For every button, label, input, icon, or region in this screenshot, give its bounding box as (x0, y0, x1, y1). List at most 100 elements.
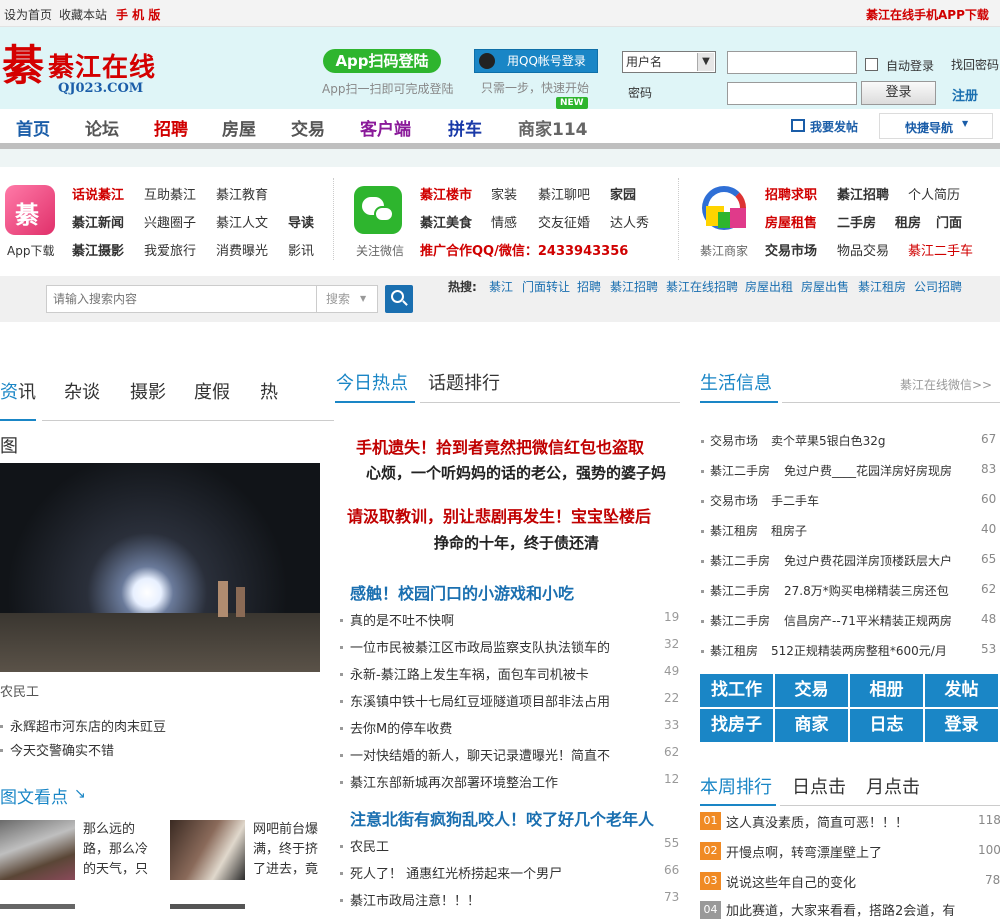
quicklink[interactable]: 租房 (895, 212, 921, 231)
photo-caption[interactable]: 农民工 (0, 681, 39, 700)
list-item[interactable]: 綦江市政局注意！！！ (350, 890, 480, 909)
login-button[interactable]: 登录 (861, 81, 936, 105)
list-item[interactable]: 永辉超市河东店的肉末豇豆 (10, 716, 166, 735)
quicklink[interactable]: 情感 (491, 212, 517, 231)
mobile-version-link[interactable]: 手 机 版 (116, 6, 160, 23)
tab-weekly-rank[interactable]: 本周排行 (700, 773, 772, 799)
post-link[interactable]: 我要发帖 (810, 118, 858, 135)
quicklink[interactable]: 兴趣圈子 (144, 212, 196, 231)
quicklink[interactable]: 房屋租售 (765, 212, 817, 231)
find-job-button[interactable]: 找工作 (700, 674, 773, 707)
app-download-icon[interactable]: 綦 (5, 185, 55, 235)
group-headline[interactable]: 注意北街有疯狗乱咬人！咬了好几个老年人 (350, 806, 654, 830)
pic-news-thumb[interactable] (170, 820, 245, 880)
tab-daily-clicks[interactable]: 日点击 (792, 773, 846, 799)
quicklink[interactable]: 交易市场 (765, 240, 817, 259)
tab-talk[interactable]: 杂谈 (64, 378, 100, 404)
life-category[interactable]: 綦江二手房 (710, 612, 770, 629)
life-category[interactable]: 綦江二手房 (710, 552, 770, 569)
password-input[interactable] (727, 82, 857, 105)
tab-today-hot[interactable]: 今日热点 (336, 369, 408, 395)
list-item[interactable]: 永新-綦江路上发生车祸，面包车司机被卡 (350, 664, 589, 683)
quicklink[interactable]: 影讯 (288, 240, 314, 259)
quicklink[interactable]: 消费曝光 (216, 240, 268, 259)
hot-search-link[interactable]: 綦江在线招聘 (666, 278, 738, 295)
post-button[interactable]: 发帖 (925, 674, 998, 707)
headline[interactable]: 心烦，一个听妈妈的话的老公，强势的婆子妈 (366, 462, 666, 483)
life-category[interactable]: 交易市场 (710, 432, 758, 449)
bookmark-link[interactable]: 收藏本站 (59, 6, 107, 23)
list-item[interactable]: 一对快结婚的新人，聊天记录遭曝光！简直不 (350, 745, 610, 764)
life-item[interactable]: 手二手车 (771, 492, 819, 509)
nav-home[interactable]: 首页 (16, 115, 50, 140)
quicklink[interactable]: 门面 (936, 212, 962, 231)
list-item[interactable]: 真的是不吐不快啊 (350, 610, 454, 629)
list-item[interactable]: 去你M的停车收费 (350, 718, 452, 737)
quicklink[interactable]: 綦江楼市 (420, 184, 472, 203)
hot-search-link[interactable]: 綦江租房 (858, 278, 906, 295)
nav-jobs[interactable]: 招聘 (154, 115, 188, 140)
pic-news-title[interactable]: 图文看点 (0, 783, 68, 808)
register-link[interactable]: 注册 (952, 85, 978, 104)
quicklink[interactable]: 导读 (288, 212, 314, 231)
pic-news-text[interactable]: 网吧前台爆满，终于挤了进去，竟 (253, 820, 323, 880)
quicklink[interactable]: 綦江招聘 (837, 184, 889, 203)
forgot-password-link[interactable]: 找回密码 (951, 56, 999, 73)
qq-login-button[interactable]: 用QQ帐号登录 (474, 49, 598, 73)
list-item[interactable]: 綦江东部新城再次部署环境整治工作 (350, 772, 558, 791)
headline[interactable]: 手机遗失！拾到者竟然把微信红包也盗取 (356, 434, 644, 458)
merchant-label[interactable]: 綦江商家 (700, 242, 748, 259)
life-category[interactable]: 交易市场 (710, 492, 758, 509)
rank-item[interactable]: 说说这些年自己的变化 (726, 872, 856, 891)
set-home-link[interactable]: 设为首页 (4, 6, 52, 23)
login-side-button[interactable]: 登录 (925, 709, 998, 742)
nav-client[interactable]: 客户端 (360, 115, 411, 140)
quicklink[interactable]: 綦江新闻 (72, 212, 124, 231)
quicklink[interactable]: 物品交易 (837, 240, 889, 259)
tab-hot[interactable]: 热 (260, 378, 278, 404)
quicklink[interactable]: 交友征婚 (538, 212, 590, 231)
merchant-button[interactable]: 商家 (775, 709, 848, 742)
nav-merchant[interactable]: 商家114 (518, 115, 588, 140)
rank-item[interactable]: 加此赛道，大家来看看，搭路2会道，有 (726, 900, 955, 919)
diary-button[interactable]: 日志 (850, 709, 923, 742)
hot-search-link[interactable]: 公司招聘 (914, 278, 962, 295)
hot-search-link[interactable]: 招聘 (577, 278, 601, 295)
list-item[interactable]: 一位市民被綦江区市政局监察支队执法锁车的 (350, 637, 610, 656)
life-category[interactable]: 綦江租房 (710, 642, 758, 659)
pic-news-text[interactable]: 那么远的路，那么冷的天气，只 (83, 820, 153, 880)
life-category[interactable]: 綦江二手房 (710, 462, 770, 479)
login-type-select[interactable]: 用户名 ▼ (622, 51, 716, 73)
nav-housing[interactable]: 房屋 (222, 115, 256, 140)
life-info-title[interactable]: 生活信息 (700, 369, 772, 395)
quicklink[interactable]: 个人简历 (908, 184, 960, 203)
quicklink[interactable]: 綦江聊吧 (538, 184, 590, 203)
wechat-link[interactable]: 綦江在线微信>> (900, 376, 992, 393)
nav-trade[interactable]: 交易 (291, 115, 325, 140)
featured-photo[interactable] (0, 463, 320, 672)
quicklink[interactable]: 达人秀 (610, 212, 649, 231)
headline[interactable]: 挣命的十年，终于债还清 (434, 532, 599, 553)
wechat-label[interactable]: 关注微信 (356, 242, 404, 259)
list-item[interactable]: 农民工 (350, 836, 389, 855)
quicklink[interactable]: 綦江人文 (216, 212, 268, 231)
hot-search-link[interactable]: 綦江 (489, 278, 513, 295)
trade-button[interactable]: 交易 (775, 674, 848, 707)
quicklink[interactable]: 綦江二手车 (908, 240, 973, 259)
life-item[interactable]: 卖个苹果5银白色32g (771, 432, 886, 449)
tab-news[interactable]: 资讯 (0, 378, 36, 404)
life-category[interactable]: 綦江租房 (710, 522, 758, 539)
tab-topic-rank[interactable]: 话题排行 (428, 369, 500, 395)
life-item[interactable]: 免过户费花园洋房顶楼跃层大户 (784, 552, 952, 569)
tab-holiday[interactable]: 度假 (194, 378, 230, 404)
username-input[interactable] (727, 51, 857, 74)
life-category[interactable]: 綦江二手房 (710, 582, 770, 599)
life-item[interactable]: 租房子 (771, 522, 807, 539)
search-type-select[interactable]: 搜索 ▼ (316, 286, 378, 312)
app-download-label[interactable]: App下载 (7, 242, 54, 259)
rank-item[interactable]: 这人真没素质，简直可恶！！！ (726, 812, 908, 831)
quicklink[interactable]: 二手房 (837, 212, 876, 231)
rank-item[interactable]: 开慢点啊，转弯漂崖壁上了 (726, 842, 882, 861)
list-item[interactable]: 东溪镇中铁十七局红豆垭隧道项目部非法占用 (350, 691, 610, 710)
quicklink[interactable]: 綦江美食 (420, 212, 472, 231)
